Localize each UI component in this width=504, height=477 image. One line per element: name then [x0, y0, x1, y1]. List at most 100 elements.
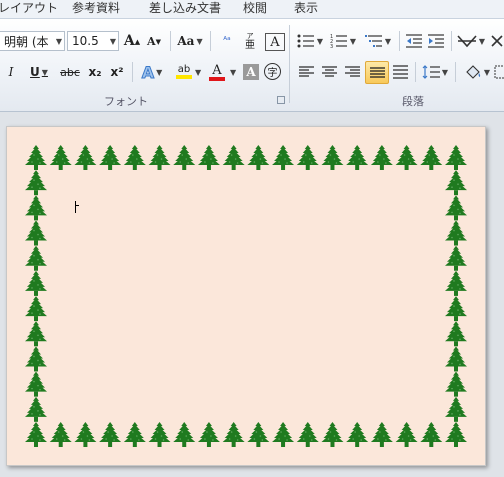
strikethrough-button[interactable]: abc: [58, 62, 82, 82]
christmas-tree-icon: [25, 270, 47, 296]
christmas-tree-icon: [123, 145, 146, 170]
italic-button[interactable]: I: [4, 62, 18, 82]
christmas-tree-border: [25, 145, 467, 447]
font-name-value: 明朝 (本: [4, 34, 49, 49]
ruby-button[interactable]: ア 亜: [241, 31, 259, 51]
line-spacing-button[interactable]: ▼: [421, 62, 449, 82]
highlight-color-bar: [176, 75, 192, 79]
chevron-down-icon: ▼: [230, 68, 237, 77]
separator: [415, 62, 416, 82]
align-center-icon: [321, 66, 337, 77]
christmas-tree-icon: [370, 422, 393, 447]
decrease-indent-icon: [405, 34, 422, 48]
eraser-icon: ᴬᵃ: [223, 35, 231, 46]
show-marks-button[interactable]: [490, 31, 504, 51]
christmas-tree-icon: [173, 422, 196, 447]
christmas-tree-icon: [74, 422, 97, 447]
subscript-label: x₂: [88, 65, 102, 79]
highlight-label: ab: [177, 64, 191, 75]
ruby-label: 亜: [245, 40, 255, 51]
christmas-tree-icon: [445, 346, 467, 372]
christmas-tree-icon: [445, 396, 467, 422]
multilevel-list-icon: [364, 35, 382, 47]
tab-references[interactable]: 参考資料: [72, 0, 120, 16]
italic-label: I: [8, 65, 14, 79]
bullets-button[interactable]: ▼: [296, 31, 324, 51]
christmas-tree-icon: [25, 220, 47, 246]
align-left-icon: [298, 66, 314, 77]
align-left-button[interactable]: [296, 62, 316, 82]
christmas-tree-icon: [445, 422, 467, 447]
shrink-font-button[interactable]: A ▼: [146, 31, 162, 51]
separator: [451, 31, 452, 51]
christmas-tree-icon: [25, 145, 47, 170]
text-cursor: [75, 201, 79, 213]
text-effects-label: A: [141, 62, 155, 82]
numbering-icon: 123: [330, 34, 347, 48]
change-case-button[interactable]: Aa ▼: [177, 31, 203, 51]
underline-label: U: [30, 65, 40, 79]
christmas-tree-icon: [25, 346, 47, 372]
align-center-button[interactable]: [319, 62, 339, 82]
separator: [170, 31, 171, 51]
christmas-tree-icon: [370, 145, 393, 170]
align-right-button[interactable]: [342, 62, 362, 82]
character-border-button[interactable]: A: [265, 33, 285, 51]
multilevel-list-button[interactable]: ▼: [363, 31, 393, 51]
enclose-characters-button[interactable]: 字: [264, 63, 281, 80]
distributed-button[interactable]: [390, 62, 410, 82]
font-size-combobox[interactable]: 10.5 ▼: [67, 31, 119, 51]
christmas-tree-icon: [49, 145, 72, 170]
subscript-button[interactable]: x₂: [85, 62, 105, 82]
increase-indent-icon: [427, 34, 444, 48]
justify-button[interactable]: [365, 61, 389, 84]
christmas-tree-icon: [25, 371, 47, 397]
font-color-bar: [209, 76, 225, 81]
superscript-button[interactable]: x²: [107, 62, 127, 82]
change-case-label: Aa: [177, 34, 195, 48]
character-shading-button[interactable]: A: [243, 64, 259, 80]
christmas-tree-icon: [247, 422, 270, 447]
font-dialog-launcher-icon[interactable]: [277, 96, 285, 104]
christmas-tree-icon: [445, 371, 467, 397]
shading-button[interactable]: ▼: [462, 62, 492, 82]
font-name-combobox[interactable]: 明朝 (本 ▼: [0, 31, 65, 51]
clear-formatting-button[interactable]: ᴬᵃ: [218, 31, 236, 51]
text-effects-button[interactable]: A ▼: [139, 62, 165, 82]
christmas-tree-icon: [148, 422, 171, 447]
border-button[interactable]: [494, 62, 504, 82]
document-area[interactable]: [0, 112, 504, 477]
christmas-tree-icon: [445, 296, 467, 322]
christmas-tree-icon: [445, 170, 467, 196]
christmas-tree-icon: [49, 422, 72, 447]
christmas-tree-icon: [197, 422, 220, 447]
separator: [399, 31, 400, 51]
christmas-tree-icon: [445, 145, 467, 170]
christmas-tree-icon: [420, 422, 443, 447]
numbering-button[interactable]: 123 ▼: [329, 31, 357, 51]
christmas-tree-icon: [420, 145, 443, 170]
christmas-tree-icon: [25, 296, 47, 322]
tab-layout[interactable]: レイアウト: [0, 0, 58, 16]
bullets-icon: [297, 34, 314, 48]
document-page[interactable]: [6, 126, 486, 466]
sort-button[interactable]: ▼: [457, 31, 485, 51]
ribbon: 明朝 (本 ▼ 10.5 ▼ A ▲ A ▼ Aa ▼ ᴬᵃ ア 亜 A I U ▼ a…: [0, 19, 504, 112]
christmas-tree-icon: [25, 195, 47, 221]
decrease-indent-button[interactable]: [404, 31, 424, 51]
tab-view[interactable]: 表示: [294, 0, 318, 16]
tab-mailings[interactable]: 差し込み文書: [149, 0, 221, 16]
paint-bucket-icon: [466, 65, 481, 79]
christmas-tree-icon: [25, 422, 47, 447]
christmas-tree-icon: [222, 145, 245, 170]
line-spacing-icon: [422, 65, 440, 79]
underline-button[interactable]: U ▼: [27, 62, 51, 82]
highlight-button[interactable]: ab: [170, 62, 198, 82]
tab-review[interactable]: 校閲: [243, 0, 267, 16]
chevron-down-icon: ▼: [55, 37, 62, 46]
chevron-down-icon: ▼: [195, 68, 202, 77]
increase-indent-button[interactable]: [426, 31, 446, 51]
border-icon: [494, 65, 504, 79]
grow-font-button[interactable]: A ▲: [123, 31, 141, 51]
font-color-button[interactable]: A: [205, 62, 229, 82]
